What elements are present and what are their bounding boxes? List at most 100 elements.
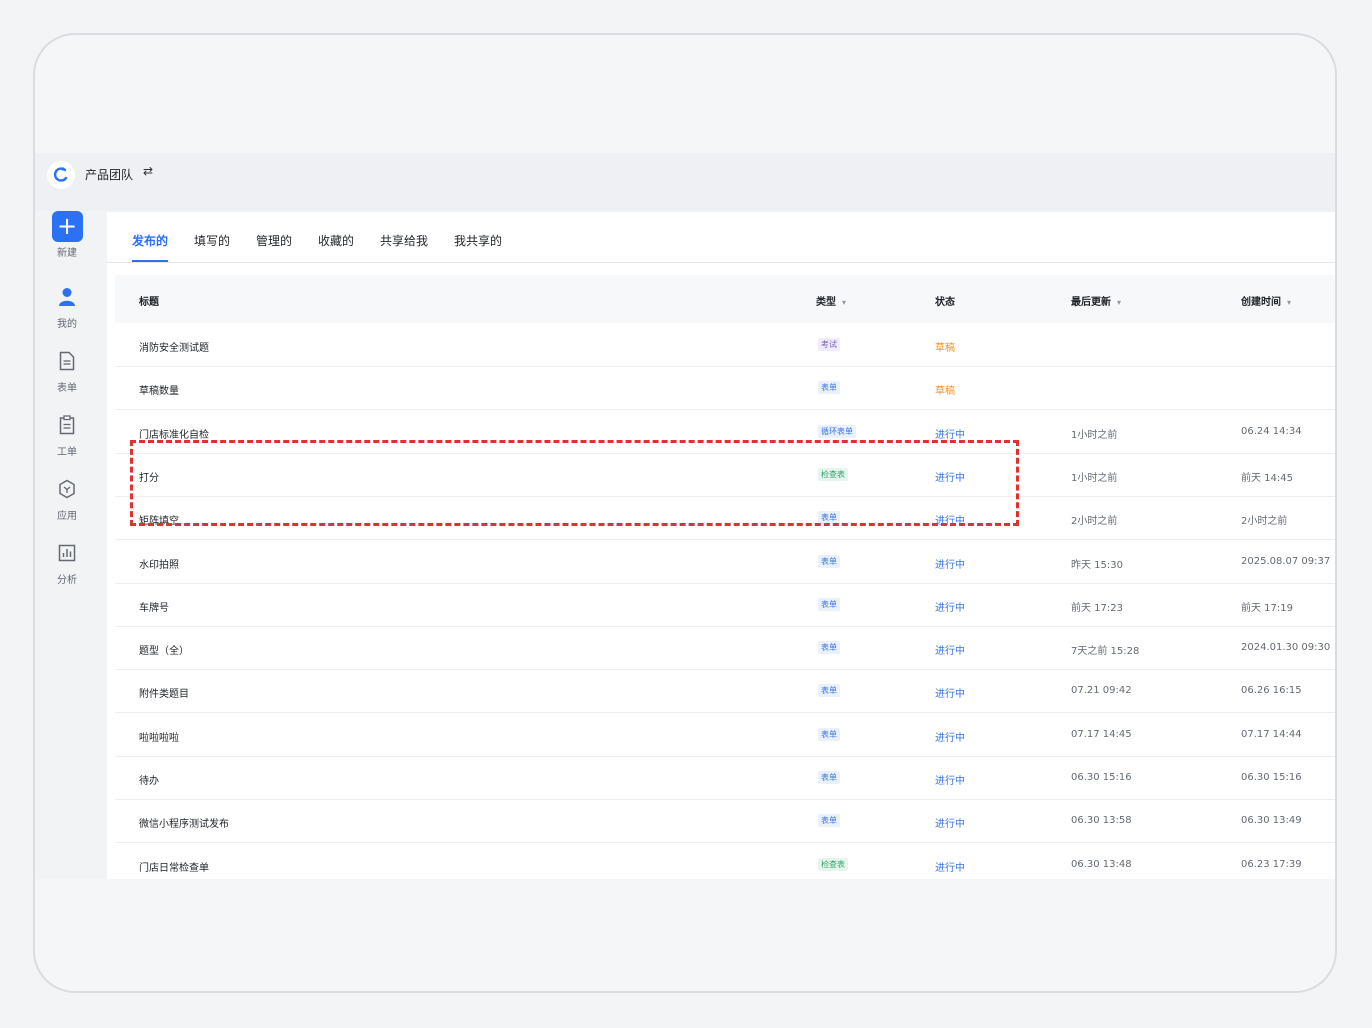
type-badge: 考试 <box>818 338 840 351</box>
row-title[interactable]: 题型（全） <box>139 642 189 657</box>
row-title[interactable]: 消防安全测试题 <box>139 339 209 354</box>
table-row[interactable]: 待办 表单 进行中 06.30 15:16 06.30 15:16 <box>115 756 1335 800</box>
type-badge: 表单 <box>818 727 840 741</box>
row-title[interactable]: 啦啦啦啦 <box>139 729 179 744</box>
row-type: 表单 <box>818 641 840 655</box>
row-title[interactable]: 水印拍照 <box>139 556 179 571</box>
sidebar-item-label: 新建 <box>57 248 77 259</box>
table-row[interactable]: 微信小程序测试发布 表单 进行中 06.30 13:58 06.30 13:49 <box>115 799 1335 844</box>
top-bar: 产品团队 ⇄ <box>35 153 1335 211</box>
type-badge: 检查表 <box>818 467 848 481</box>
type-badge: 表单 <box>818 597 840 611</box>
team-name[interactable]: 产品团队 <box>85 166 133 183</box>
table-row[interactable]: 矩阵填空 表单 进行中 2小时之前 2小时之前 <box>115 496 1335 541</box>
row-title[interactable]: 附件类题目 <box>139 685 189 700</box>
header-created[interactable]: 创建时间 ▾ <box>1241 293 1291 308</box>
type-badge: 表单 <box>818 771 840 784</box>
table-row[interactable]: 打分 检查表 进行中 1小时之前 前天 14:45 <box>115 453 1335 497</box>
row-created: 前天 17:19 <box>1241 602 1293 614</box>
sidebar-item-mine[interactable]: 我的 <box>35 281 99 330</box>
header-created-label: 创建时间 <box>1241 297 1281 308</box>
row-created: 07.17 14:44 <box>1241 728 1302 740</box>
row-type: 表单 <box>818 684 840 698</box>
switch-team-icon[interactable]: ⇄ <box>143 164 153 178</box>
row-updated: 06.30 13:58 <box>1071 815 1132 827</box>
table-row[interactable]: 草稿数量 表单 草稿 <box>115 366 1335 411</box>
row-updated: 昨天 15:30 <box>1071 559 1123 571</box>
status-badge: 进行中 <box>935 776 965 787</box>
table-row[interactable]: 水印拍照 表单 进行中 昨天 15:30 2025.08.07 09:37 <box>115 540 1335 584</box>
table-row[interactable]: 题型（全） 表单 进行中 7天之前 15:28 2024.01.30 09:30 <box>115 626 1335 671</box>
table-row[interactable]: 附件类题目 表单 进行中 07.21 09:42 06.26 16:15 <box>115 669 1335 714</box>
tab-published[interactable]: 发布的 <box>132 232 168 249</box>
app-window: 产品团队 ⇄ + 新建 我的 表单 工单 应用 分析 发布的 填写的 管理的 收… <box>35 153 1335 879</box>
sort-caret-icon[interactable]: ▾ <box>1287 298 1291 307</box>
row-title[interactable]: 车牌号 <box>139 599 169 614</box>
tab-managed[interactable]: 管理的 <box>256 232 292 249</box>
row-title[interactable]: 微信小程序测试发布 <box>139 815 229 830</box>
row-type: 表单 <box>818 381 840 395</box>
row-type: 表单 <box>818 771 840 784</box>
header-type-label: 类型 <box>816 297 836 308</box>
sidebar-item-ticket[interactable]: 工单 <box>35 409 99 458</box>
row-title[interactable]: 打分 <box>139 469 159 484</box>
tab-my-shared[interactable]: 我共享的 <box>454 232 502 249</box>
header-status: 状态 <box>935 297 955 308</box>
status-badge: 进行中 <box>935 602 965 614</box>
tab-filled[interactable]: 填写的 <box>194 232 230 249</box>
row-type: 考试 <box>818 338 840 351</box>
sidebar-item-label: 应用 <box>57 511 77 522</box>
team-logo-icon[interactable] <box>47 161 75 189</box>
row-created: 06.24 14:34 <box>1241 425 1302 437</box>
table-row[interactable]: 车牌号 表单 进行中 前天 17:23 前天 17:19 <box>115 583 1335 627</box>
table-row[interactable]: 门店日常检查单 检查表 进行中 06.30 13:48 06.23 17:39 <box>115 843 1335 879</box>
clipboard-icon <box>51 409 83 441</box>
sidebar: + 新建 我的 表单 工单 应用 分析 <box>35 211 105 879</box>
row-title[interactable]: 矩阵填空 <box>139 512 179 527</box>
row-title[interactable]: 门店日常检查单 <box>139 859 209 874</box>
type-badge: 表单 <box>818 641 840 655</box>
status-badge: 进行中 <box>935 732 965 744</box>
chart-icon <box>51 537 83 569</box>
row-type: 表单 <box>818 511 840 525</box>
row-created: 2025.08.07 09:37 <box>1241 555 1331 567</box>
sidebar-item-new[interactable]: + 新建 <box>35 211 99 259</box>
row-created: 06.30 13:49 <box>1241 815 1302 827</box>
row-created: 06.26 16:15 <box>1241 685 1302 697</box>
row-type: 循环表单 <box>818 424 856 438</box>
table-header: 标题 类型 ▾ 状态 最后更新 ▾ 创建时间 ▾ <box>115 275 1335 323</box>
main-panel: 发布的 填写的 管理的 收藏的 共享给我 我共享的 标题 类型 ▾ 状态 最后更新… <box>107 212 1335 879</box>
plus-icon[interactable]: + <box>51 211 83 242</box>
header-updated-label: 最后更新 <box>1071 297 1111 308</box>
status-badge: 进行中 <box>935 472 965 484</box>
header-type[interactable]: 类型 ▾ <box>816 293 846 308</box>
status-badge: 草稿 <box>935 386 955 398</box>
row-title[interactable]: 门店标准化自检 <box>139 426 209 441</box>
table-row[interactable]: 消防安全测试题 考试 草稿 <box>115 323 1335 367</box>
tab-bar: 发布的 填写的 管理的 收藏的 共享给我 我共享的 <box>107 212 1335 263</box>
status-badge: 草稿 <box>935 343 955 354</box>
tab-shared-with-me[interactable]: 共享给我 <box>380 232 428 249</box>
row-updated: 07.21 09:42 <box>1071 685 1132 697</box>
row-title[interactable]: 草稿数量 <box>139 382 179 397</box>
sort-caret-icon[interactable]: ▾ <box>842 298 846 307</box>
row-created: 前天 14:45 <box>1241 472 1293 484</box>
sidebar-item-form[interactable]: 表单 <box>35 345 99 394</box>
type-badge: 表单 <box>818 554 840 568</box>
status-badge: 进行中 <box>935 429 965 441</box>
row-updated: 1小时之前 <box>1071 472 1118 484</box>
table-row[interactable]: 门店标准化自检 循环表单 进行中 1小时之前 06.24 14:34 <box>115 410 1335 454</box>
sort-caret-icon[interactable]: ▾ <box>1117 298 1121 307</box>
table-row[interactable]: 啦啦啦啦 表单 进行中 07.17 14:45 07.17 14:44 <box>115 713 1335 757</box>
header-title: 标题 <box>139 297 159 308</box>
status-badge: 进行中 <box>935 689 965 701</box>
type-badge: 表单 <box>818 684 840 698</box>
tab-favorites[interactable]: 收藏的 <box>318 232 354 249</box>
row-title[interactable]: 待办 <box>139 772 159 787</box>
sidebar-item-label: 表单 <box>57 383 77 394</box>
row-created: 2小时之前 <box>1241 516 1288 528</box>
sidebar-item-analytics[interactable]: 分析 <box>35 537 99 586</box>
sidebar-item-apps[interactable]: 应用 <box>35 473 99 522</box>
header-updated[interactable]: 最后更新 ▾ <box>1071 293 1121 308</box>
row-updated: 07.17 14:45 <box>1071 728 1132 740</box>
